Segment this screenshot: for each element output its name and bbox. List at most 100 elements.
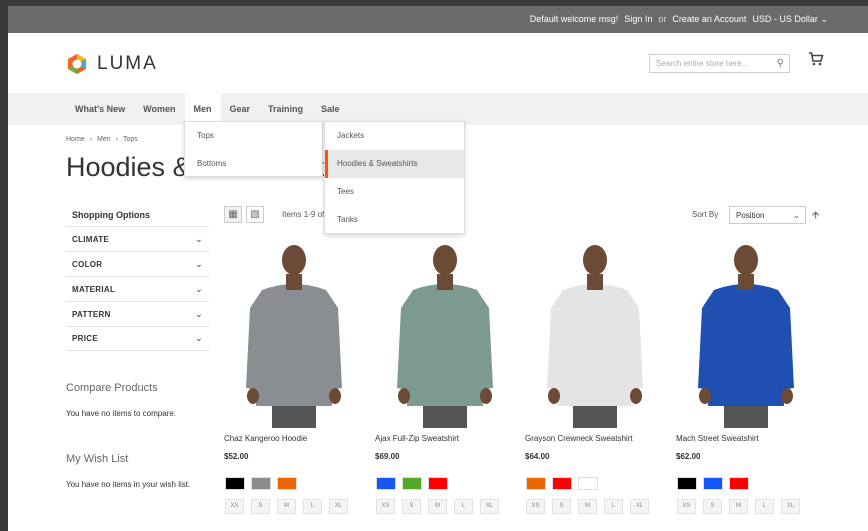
product-price: $62.00 xyxy=(676,452,701,461)
sidebar: Shopping Options CLIMATE ⌄ COLOR ⌄ MATERIA… xyxy=(66,204,209,351)
tops-submenu: Jackets Hoodies & Sweatshirts Tees Tanks xyxy=(324,121,465,234)
color-swatch[interactable] xyxy=(677,477,697,490)
product-image[interactable] xyxy=(375,238,515,428)
size-option-m[interactable]: M xyxy=(729,499,748,514)
top-bar: Default welcome msg! Sign In or Create a… xyxy=(8,6,868,33)
size-option-s[interactable]: S xyxy=(552,499,571,514)
color-swatch[interactable] xyxy=(703,477,723,490)
color-swatch[interactable] xyxy=(526,477,546,490)
breadcrumb-home[interactable]: Home xyxy=(66,136,85,143)
size-option-xl[interactable]: XL xyxy=(781,499,800,514)
size-option-l[interactable]: L xyxy=(604,499,623,514)
size-option-xs[interactable]: XS xyxy=(376,499,395,514)
wish-list-title: My Wish List xyxy=(66,453,129,465)
product-image[interactable] xyxy=(224,238,364,428)
color-swatch[interactable] xyxy=(251,477,271,490)
color-swatch[interactable] xyxy=(729,477,749,490)
product-image[interactable] xyxy=(676,238,816,428)
size-option-xl[interactable]: XL xyxy=(630,499,649,514)
filter-material[interactable]: MATERIAL ⌄ xyxy=(66,276,209,301)
shirt-shape xyxy=(256,284,332,406)
sort-direction-arrow-icon[interactable]: 🡱 xyxy=(812,208,819,225)
color-swatch[interactable] xyxy=(277,477,297,490)
chevron-down-icon: ⌄ xyxy=(820,14,828,24)
chevron-down-icon: ⌄ xyxy=(195,308,203,319)
grid-view-icon[interactable]: ▦ xyxy=(224,206,242,223)
submenu-item-tops[interactable]: Tops xyxy=(185,122,322,150)
breadcrumb: Home › Men › Tops xyxy=(66,136,138,143)
product-image[interactable] xyxy=(525,238,665,428)
color-swatches xyxy=(677,477,816,490)
product-name[interactable]: Mach Street Sweatshirt xyxy=(676,434,816,443)
nav-item-whats-new[interactable]: What's New xyxy=(66,93,134,125)
hand-shape xyxy=(247,388,259,404)
chevron-down-icon: ⌄ xyxy=(195,333,203,343)
size-option-m[interactable]: M xyxy=(277,499,296,514)
hand-shape xyxy=(781,388,793,404)
submenu-item-tanks[interactable]: Tanks xyxy=(325,206,464,234)
shirt-shape xyxy=(708,284,784,406)
compare-products-title: Compare Products xyxy=(66,382,158,394)
breadcrumb-tops[interactable]: Tops xyxy=(123,136,138,143)
size-option-xs[interactable]: XS xyxy=(526,499,545,514)
filter-pattern[interactable]: PATTERN ⌄ xyxy=(66,301,209,326)
color-swatch[interactable] xyxy=(225,477,245,490)
breadcrumb-men[interactable]: Men xyxy=(97,136,111,143)
neck-shape xyxy=(738,274,754,290)
sign-in-link[interactable]: Sign In xyxy=(624,14,652,25)
logo[interactable]: LUMA xyxy=(65,52,158,76)
color-swatches xyxy=(376,477,515,490)
submenu-item-jackets[interactable]: Jackets xyxy=(325,122,464,150)
size-option-s[interactable]: S xyxy=(251,499,270,514)
shopping-options-heading: Shopping Options xyxy=(72,210,150,220)
size-option-s[interactable]: S xyxy=(703,499,722,514)
chevron-down-icon: ⌄ xyxy=(195,283,203,294)
create-account-link[interactable]: Create an Account xyxy=(672,14,746,25)
sort-by-select[interactable]: Position ⌄ xyxy=(729,206,806,224)
product-name[interactable]: Chaz Kangeroo Hoodie xyxy=(224,434,364,443)
size-option-xl[interactable]: XL xyxy=(480,499,499,514)
product-item: Chaz Kangeroo Hoodie $52.00 XS S M L XL xyxy=(224,238,364,514)
nav-item-women[interactable]: Women xyxy=(134,93,184,125)
breadcrumb-separator: › xyxy=(89,136,93,143)
header: LUMA Search entire store here... ⚲ xyxy=(8,33,868,93)
size-option-xs[interactable]: XS xyxy=(225,499,244,514)
hand-shape xyxy=(329,388,341,404)
hand-shape xyxy=(630,388,642,404)
filter-climate[interactable]: CLIMATE ⌄ xyxy=(66,226,209,251)
filter-color[interactable]: COLOR ⌄ xyxy=(66,251,209,276)
head-shape xyxy=(282,245,306,275)
head-shape xyxy=(583,245,607,275)
color-swatch[interactable] xyxy=(428,477,448,490)
search-icon[interactable]: ⚲ xyxy=(777,58,784,69)
hand-shape xyxy=(398,388,410,404)
size-option-s[interactable]: S xyxy=(402,499,421,514)
size-options: XS S M L XL xyxy=(677,499,816,514)
neck-shape xyxy=(587,274,603,290)
size-option-xl[interactable]: XL xyxy=(329,499,348,514)
size-option-m[interactable]: M xyxy=(578,499,597,514)
cart-icon[interactable] xyxy=(808,52,824,71)
list-view-icon[interactable]: ▧ xyxy=(246,206,264,223)
chevron-down-icon: ⌄ xyxy=(195,258,203,269)
submenu-item-bottoms[interactable]: Bottoms xyxy=(185,150,322,178)
product-name[interactable]: Grayson Crewneck Sweatshirt xyxy=(525,434,665,443)
shirt-shape xyxy=(407,284,483,406)
size-option-m[interactable]: M xyxy=(428,499,447,514)
submenu-item-tees[interactable]: Tees xyxy=(325,178,464,206)
color-swatch[interactable] xyxy=(578,477,598,490)
color-swatch[interactable] xyxy=(552,477,572,490)
size-option-l[interactable]: L xyxy=(454,499,473,514)
currency-switcher[interactable]: USD - US Dollar ⌄ xyxy=(752,14,828,25)
product-name[interactable]: Ajax Full-Zip Sweatshirt xyxy=(375,434,515,443)
size-option-l[interactable]: L xyxy=(755,499,774,514)
filter-price[interactable]: PRICE ⌄ xyxy=(66,326,209,351)
size-option-xs[interactable]: XS xyxy=(677,499,696,514)
submenu-item-hoodies-sweatshirts[interactable]: Hoodies & Sweatshirts xyxy=(325,150,464,178)
color-swatch[interactable] xyxy=(376,477,396,490)
search-input[interactable]: Search entire store here... ⚲ xyxy=(649,54,790,73)
size-option-l[interactable]: L xyxy=(303,499,322,514)
color-swatch[interactable] xyxy=(402,477,422,490)
luma-logo-icon xyxy=(68,54,86,74)
search-placeholder: Search entire store here... xyxy=(656,59,749,68)
